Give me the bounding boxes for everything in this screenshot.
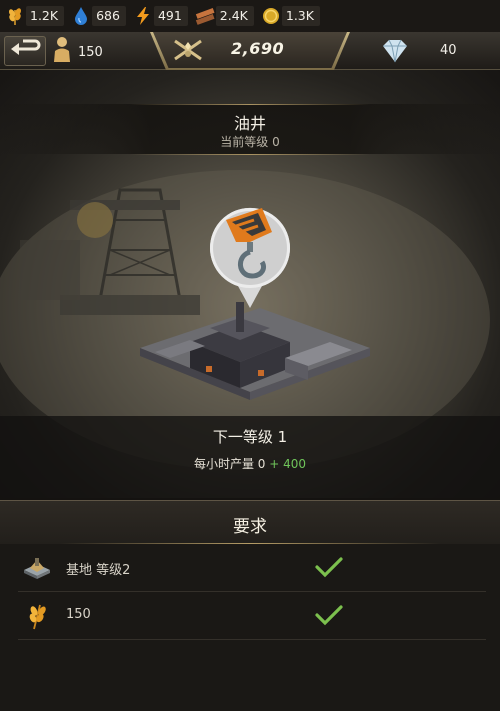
resource-gold[interactable]: 1.3K <box>260 4 320 28</box>
base-building-icon <box>22 554 52 582</box>
next-level: 下一等级 1 <box>212 428 288 446</box>
oil-drop-icon <box>70 5 92 27</box>
gold-coin-icon <box>260 5 282 27</box>
population-display[interactable]: 150 <box>52 35 103 69</box>
power-resource-value: 491 <box>153 6 188 26</box>
requirements-title: 要求 <box>233 517 267 537</box>
wheat-icon <box>22 602 52 630</box>
requirement-row: 基地 等级2 <box>18 544 486 592</box>
food-value: 1.2K <box>26 6 65 26</box>
diamond-value[interactable]: 40 <box>440 43 457 58</box>
requirements-list: 基地 等级2 150 <box>0 544 500 711</box>
requirements-header: 要求 <box>0 500 500 544</box>
resource-food[interactable]: 1.2K <box>4 4 65 28</box>
production-label: 每小时产量 <box>193 457 254 471</box>
power-display[interactable]: 2,690 <box>153 32 347 68</box>
building-scene: 油井 当前等级 0 下一等级 1 每小时产量 0 + 400 <box>0 70 500 498</box>
building-name: 油井 <box>233 114 266 133</box>
power-value: 2,690 <box>231 39 285 58</box>
resource-power[interactable]: 491 <box>132 4 188 28</box>
production-current: 0 <box>257 457 266 471</box>
resource-oil[interactable]: 686 <box>70 4 126 28</box>
current-level: 当前等级 0 <box>220 135 280 149</box>
gold-value: 1.3K <box>281 6 320 26</box>
steel-value: 2.4K <box>215 6 254 26</box>
resource-steel[interactable]: 2.4K <box>194 4 254 28</box>
back-arrow-icon <box>9 39 41 63</box>
back-button[interactable] <box>4 36 46 66</box>
diamond-icon <box>380 38 410 68</box>
check-icon <box>314 604 344 630</box>
steel-icon <box>194 5 216 27</box>
check-icon <box>314 556 344 582</box>
lightning-icon <box>132 5 154 27</box>
wheat-icon <box>4 5 26 27</box>
population-value: 150 <box>78 44 103 60</box>
requirement-label: 150 <box>66 607 91 622</box>
resource-bar: 1.2K 686 491 2.4K 1.3K <box>0 0 500 32</box>
production-increase: + 400 <box>269 457 307 471</box>
requirement-row: 150 <box>18 592 486 640</box>
status-bar: 150 2,690 40 <box>0 32 500 70</box>
requirement-label: 基地 等级2 <box>66 563 131 578</box>
oil-value: 686 <box>92 6 126 26</box>
population-icon <box>52 35 72 69</box>
hourly-production: 每小时产量 0 + 400 <box>0 455 500 472</box>
crossed-weapons-icon <box>171 38 205 66</box>
